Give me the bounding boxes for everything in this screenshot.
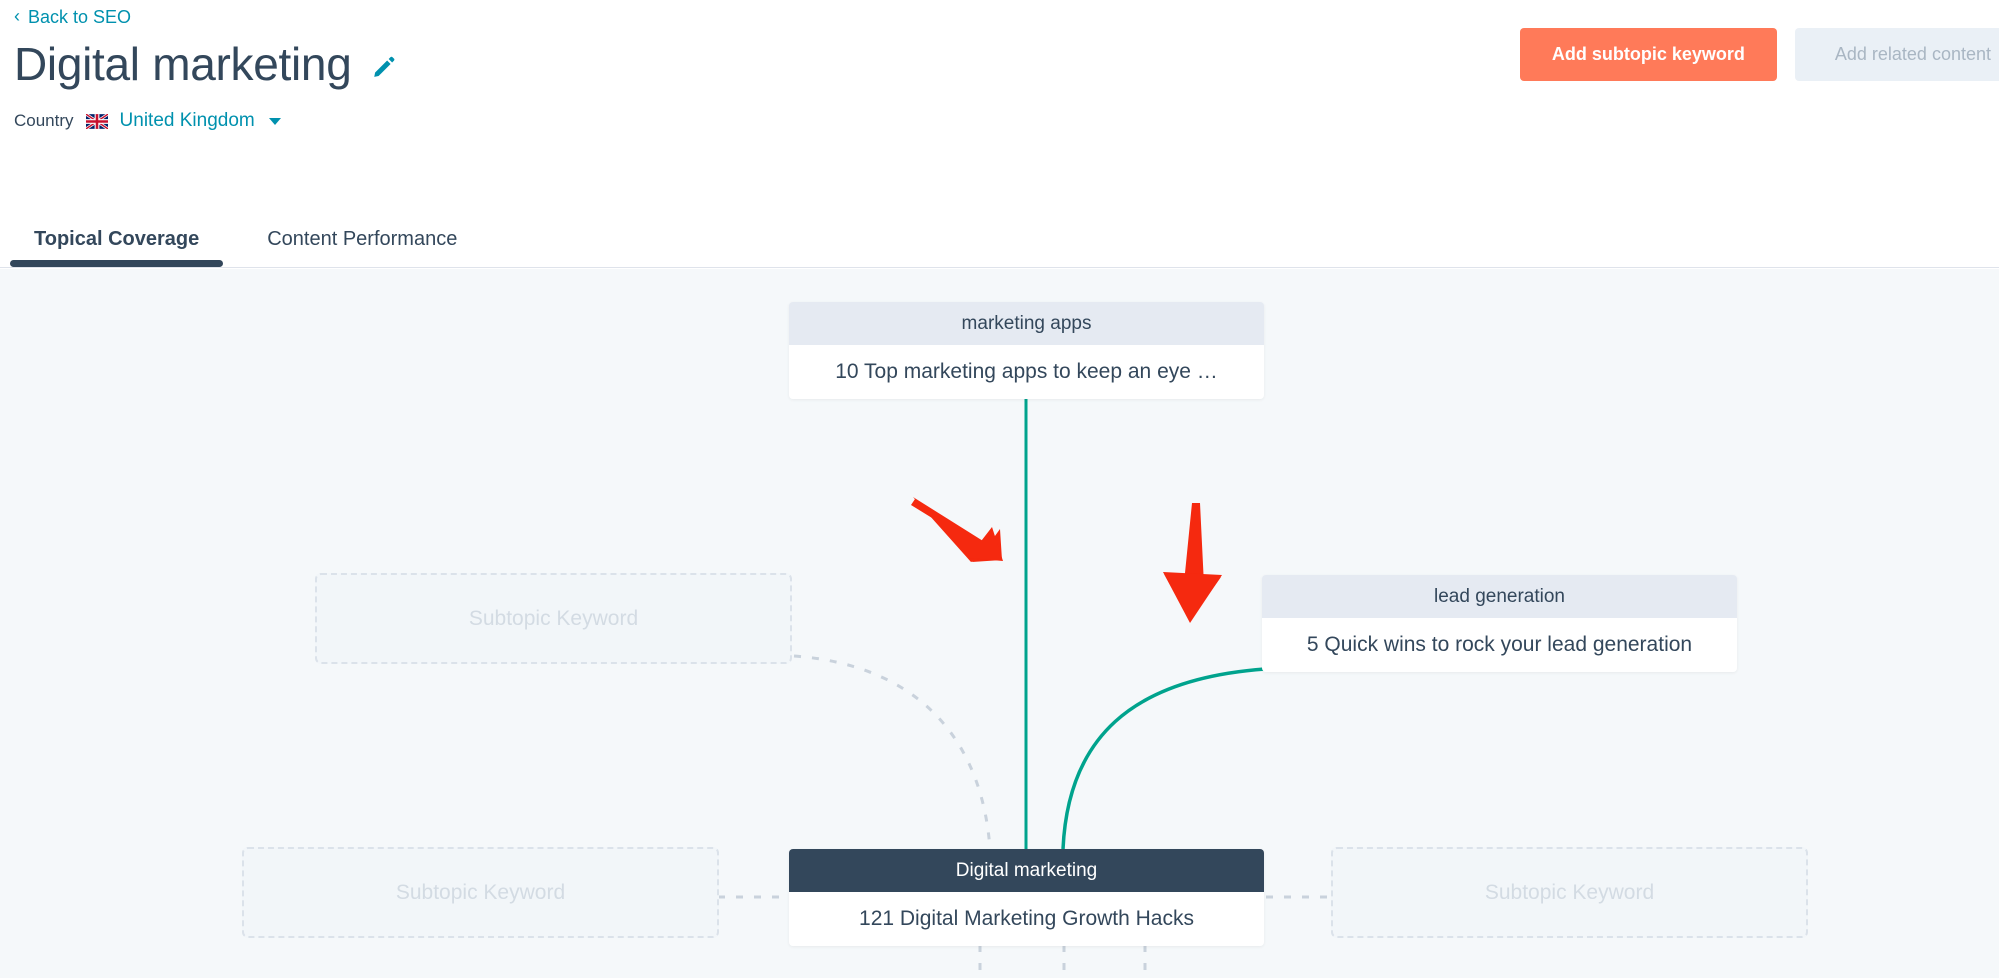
united-kingdom-flag-icon [85, 113, 108, 129]
chevron-left-icon: ‹ [14, 6, 20, 26]
subtopic-placeholder-label: Subtopic Keyword [395, 880, 566, 904]
country-value[interactable]: United Kingdom [120, 110, 255, 132]
subtopic-placeholder-upper-left[interactable]: Subtopic Keyword [315, 573, 792, 664]
seo-topic-cluster-page: ‹ Back to SEO Digital marketing Add subt… [0, 0, 1999, 978]
core-topic-node[interactable]: Digital marketing 121 Digital Marketing … [789, 849, 1264, 946]
subtopic-placeholder-lower-right[interactable]: Subtopic Keyword [1331, 847, 1808, 938]
subtopic-node-content: 10 Top marketing apps to keep an eye … [789, 345, 1264, 399]
tab-content-performance[interactable]: Content Performance [233, 227, 491, 267]
page-header: ‹ Back to SEO Digital marketing Add subt… [0, 0, 1999, 268]
core-topic-content: 121 Digital Marketing Growth Hacks [789, 892, 1264, 946]
pencil-edit-icon[interactable] [371, 54, 397, 80]
country-selector[interactable]: Country United Kingdom [14, 110, 281, 132]
tab-topical-coverage-label: Topical Coverage [34, 228, 200, 250]
connector-core-to-placeholder-upper-left [793, 654, 992, 850]
chevron-down-icon[interactable] [268, 117, 281, 125]
subtopic-node-keyword: marketing apps [789, 302, 1264, 345]
subtopic-node-lead-generation[interactable]: lead generation 5 Quick wins to rock you… [1262, 575, 1737, 672]
subtopic-node-marketing-apps[interactable]: marketing apps 10 Top marketing apps to … [789, 302, 1264, 399]
page-title: Digital marketing [14, 38, 352, 90]
active-tab-indicator [10, 260, 224, 267]
add-subtopic-keyword-button[interactable]: Add subtopic keyword [1519, 28, 1777, 81]
subtopic-placeholder-lower-left[interactable]: Subtopic Keyword [242, 847, 719, 938]
subtopic-node-content: 5 Quick wins to rock your lead generatio… [1262, 618, 1737, 672]
subtopic-node-keyword: lead generation [1262, 575, 1737, 618]
back-to-seo-label: Back to SEO [28, 7, 132, 27]
tab-topical-coverage[interactable]: Topical Coverage [0, 227, 233, 267]
core-topic-keyword: Digital marketing [789, 849, 1264, 892]
title-row: Digital marketing [14, 38, 397, 90]
back-to-seo-link[interactable]: ‹ Back to SEO [14, 6, 131, 28]
country-label: Country [14, 111, 74, 130]
connector-core-to-lead-generation [1061, 667, 1266, 850]
add-related-content-button[interactable]: Add related content [1794, 28, 1999, 81]
subtopic-placeholder-label: Subtopic Keyword [1484, 880, 1655, 904]
tab-content-performance-label: Content Performance [267, 228, 458, 250]
subtopic-placeholder-label: Subtopic Keyword [468, 606, 639, 630]
topic-cluster-canvas[interactable]: marketing apps 10 Top marketing apps to … [0, 269, 1999, 978]
tab-bar: Topical Coverage Content Performance [0, 211, 491, 267]
header-actions: Add subtopic keyword Add related content [1519, 28, 1999, 81]
